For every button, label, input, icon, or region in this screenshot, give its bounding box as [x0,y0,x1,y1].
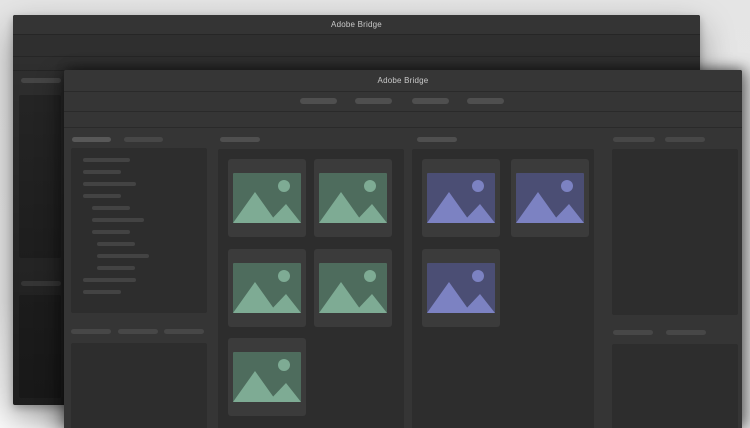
tree-item-placeholder[interactable] [83,278,136,282]
sidebar-bottom-tab-placeholder[interactable] [71,329,111,334]
front-window-title: Adobe Bridge [377,76,429,85]
thumbnail-card[interactable] [422,249,500,327]
front-window-title-bar[interactable]: Adobe Bridge [64,70,742,92]
toolbar-button-placeholder[interactable] [355,98,392,104]
thumbnail-card[interactable] [228,159,306,237]
metadata-tab-placeholder[interactable] [666,330,706,335]
content-panel-purple [412,149,594,428]
image-placeholder-icon [427,173,495,223]
image-placeholder-icon [516,173,584,223]
metadata-tab-placeholder[interactable] [613,330,653,335]
sidebar-bottom-tab-placeholder[interactable] [164,329,204,334]
tree-item-placeholder[interactable] [83,158,130,162]
sidebar-panel [19,95,61,258]
front-window-menu-strip [64,112,742,128]
tree-item-placeholder[interactable] [92,218,144,222]
thumbnail-card[interactable] [228,338,306,416]
tree-item-placeholder[interactable] [83,290,121,294]
thumbnail-card[interactable] [422,159,500,237]
content-section-label-placeholder [417,137,457,142]
thumbnail-card[interactable] [228,249,306,327]
tree-item-placeholder[interactable] [83,194,121,198]
tree-item-placeholder[interactable] [92,230,130,234]
image-placeholder-icon [233,352,301,402]
desktop-background: Adobe Bridge Adobe Bridge [0,0,750,428]
thumbnail-card[interactable] [314,159,392,237]
preview-tab-placeholder[interactable] [613,137,655,142]
tree-item-placeholder[interactable] [92,206,130,210]
tree-item-placeholder[interactable] [83,170,121,174]
thumbnail-card[interactable] [314,249,392,327]
back-window-title-bar[interactable]: Adobe Bridge [13,15,700,35]
front-window-toolbar [64,92,742,112]
preview-tab-placeholder[interactable] [665,137,705,142]
sidebar-tab-placeholder[interactable] [21,78,61,83]
image-placeholder-icon [319,263,387,313]
toolbar-button-placeholder[interactable] [412,98,449,104]
back-window-menu-strip [13,57,700,71]
back-window-toolbar [13,35,700,69]
content-section-label-placeholder [220,137,260,142]
back-window-title: Adobe Bridge [331,20,382,29]
toolbar-button-placeholder[interactable] [300,98,337,104]
image-placeholder-icon [319,173,387,223]
folder-tree-panel [71,148,207,313]
sidebar-tab-favorites[interactable] [72,137,111,142]
sidebar-panel [19,295,61,398]
image-placeholder-icon [233,263,301,313]
tree-item-placeholder[interactable] [97,254,149,258]
filter-panel [71,343,207,428]
preview-panel [612,149,738,315]
image-placeholder-icon [233,173,301,223]
tree-item-placeholder[interactable] [83,182,136,186]
content-panel-green [218,149,404,428]
front-window: Adobe Bridge [64,70,742,428]
thumbnail-card[interactable] [511,159,589,237]
metadata-panel [612,344,738,428]
image-placeholder-icon [427,263,495,313]
sidebar-tab-placeholder[interactable] [21,281,61,286]
sidebar-tab-folders[interactable] [124,137,163,142]
tree-item-placeholder[interactable] [97,242,135,246]
sidebar-bottom-tab-placeholder[interactable] [118,329,158,334]
toolbar-button-placeholder[interactable] [467,98,504,104]
tree-item-placeholder[interactable] [97,266,135,270]
